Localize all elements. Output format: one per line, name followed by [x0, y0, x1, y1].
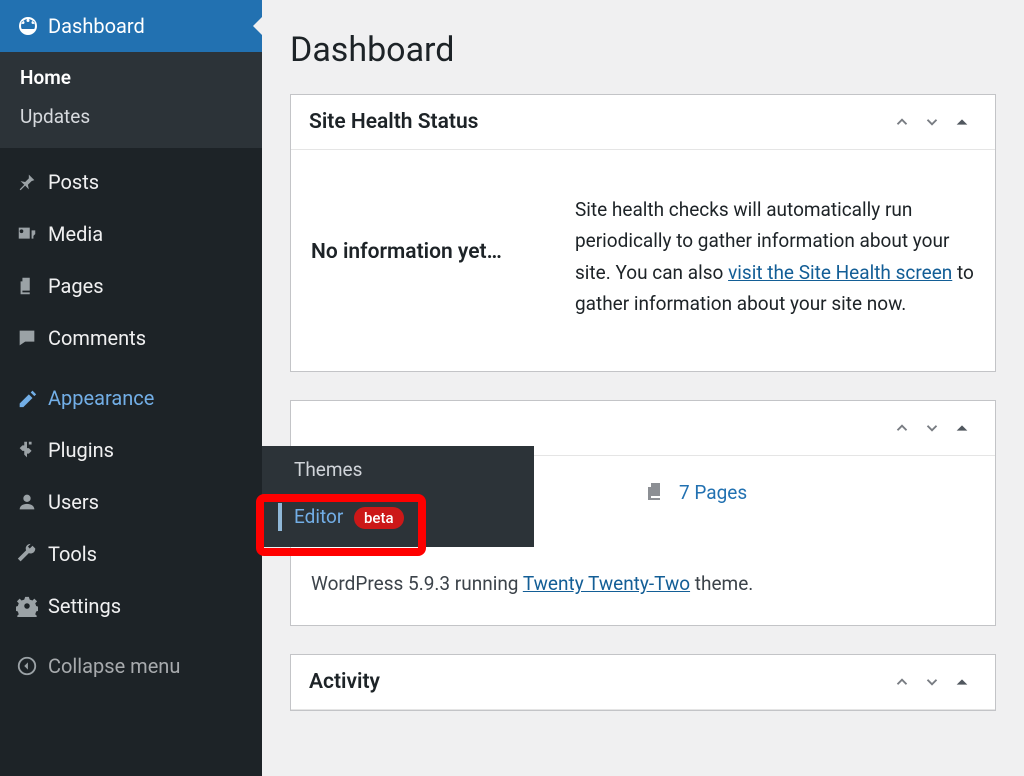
sidebar-item-pages[interactable]: Pages — [0, 260, 262, 312]
media-icon — [16, 223, 48, 245]
toggle-panel-icon[interactable] — [947, 107, 977, 137]
dashboard-icon — [16, 14, 48, 38]
pages-icon — [16, 275, 48, 297]
activity-title: Activity — [309, 670, 887, 694]
menu-separator — [0, 148, 262, 156]
sidebar-label-tools: Tools — [48, 542, 246, 566]
glance-pages-link[interactable]: 7 Pages — [679, 481, 747, 504]
activity-box: Activity — [290, 654, 996, 711]
site-health-box: Site Health Status No information yet… S… — [290, 94, 996, 372]
site-health-link[interactable]: visit the Site Health screen — [728, 261, 952, 284]
site-health-header: Site Health Status — [291, 95, 995, 150]
toggle-panel-icon[interactable] — [947, 667, 977, 697]
flyout-editor-label: Editor — [294, 505, 343, 528]
sidebar-label-pages: Pages — [48, 274, 246, 298]
move-up-icon[interactable] — [887, 107, 917, 137]
site-health-desc: Site health checks will automatically ru… — [575, 194, 975, 319]
dashboard-submenu: Home Updates — [0, 52, 262, 148]
sidebar-item-collapse[interactable]: Collapse menu — [0, 640, 262, 692]
users-icon — [16, 491, 48, 513]
pages-count-icon — [643, 480, 667, 504]
glance-footer-post: theme. — [690, 572, 753, 595]
submenu-item-updates[interactable]: Updates — [0, 97, 262, 136]
activity-header: Activity — [291, 655, 995, 710]
glance-pages: 7 Pages — [643, 480, 975, 504]
move-down-icon[interactable] — [917, 413, 947, 443]
flyout-item-editor[interactable]: Editor beta — [262, 493, 534, 541]
move-down-icon[interactable] — [917, 667, 947, 697]
site-health-body: No information yet… Site health checks w… — [291, 150, 995, 371]
sidebar-label-settings: Settings — [48, 594, 246, 618]
admin-sidebar: Dashboard Home Updates Posts Media Pages… — [0, 0, 262, 776]
sidebar-label-collapse: Collapse menu — [48, 654, 246, 678]
sidebar-label-users: Users — [48, 490, 246, 514]
site-health-noinfo: No information yet… — [311, 194, 551, 319]
move-up-icon[interactable] — [887, 667, 917, 697]
settings-icon — [16, 595, 48, 617]
sidebar-label-dashboard: Dashboard — [48, 14, 246, 38]
pin-icon — [16, 171, 48, 193]
sidebar-item-posts[interactable]: Posts — [0, 156, 262, 208]
tools-icon — [16, 543, 48, 565]
sidebar-item-tools[interactable]: Tools — [0, 528, 262, 580]
appearance-icon — [16, 387, 48, 409]
sidebar-item-settings[interactable]: Settings — [0, 580, 262, 632]
beta-badge: beta — [354, 507, 404, 529]
sidebar-item-appearance[interactable]: Appearance — [0, 372, 262, 424]
sidebar-item-comments[interactable]: Comments — [0, 312, 262, 364]
sidebar-item-plugins[interactable]: Plugins — [0, 424, 262, 476]
glance-footer-pre: WordPress 5.9.3 running — [311, 572, 523, 595]
flyout-item-themes[interactable]: Themes — [262, 446, 534, 493]
menu-separator — [0, 632, 262, 640]
sidebar-label-appearance: Appearance — [48, 386, 246, 410]
sidebar-label-plugins: Plugins — [48, 438, 246, 462]
move-down-icon[interactable] — [917, 107, 947, 137]
sidebar-label-posts: Posts — [48, 170, 246, 194]
main-content: Dashboard Site Health Status No informat… — [262, 0, 1024, 776]
site-health-title: Site Health Status — [309, 110, 887, 134]
at-a-glance-title — [309, 416, 887, 440]
move-up-icon[interactable] — [887, 413, 917, 443]
collapse-icon — [16, 655, 48, 677]
page-title: Dashboard — [290, 0, 996, 94]
sidebar-label-media: Media — [48, 222, 246, 246]
sidebar-item-users[interactable]: Users — [0, 476, 262, 528]
appearance-flyout: Themes Editor beta — [262, 446, 534, 547]
comments-icon — [16, 327, 48, 349]
sidebar-label-comments: Comments — [48, 326, 246, 350]
plugins-icon — [16, 439, 48, 461]
toggle-panel-icon[interactable] — [947, 413, 977, 443]
glance-theme-link[interactable]: Twenty Twenty-Two — [523, 572, 690, 595]
sidebar-item-media[interactable]: Media — [0, 208, 262, 260]
sidebar-item-dashboard[interactable]: Dashboard — [0, 0, 262, 52]
glance-footer: WordPress 5.9.3 running Twenty Twenty-Tw… — [311, 572, 975, 595]
menu-separator — [0, 364, 262, 372]
submenu-item-home[interactable]: Home — [0, 58, 262, 97]
